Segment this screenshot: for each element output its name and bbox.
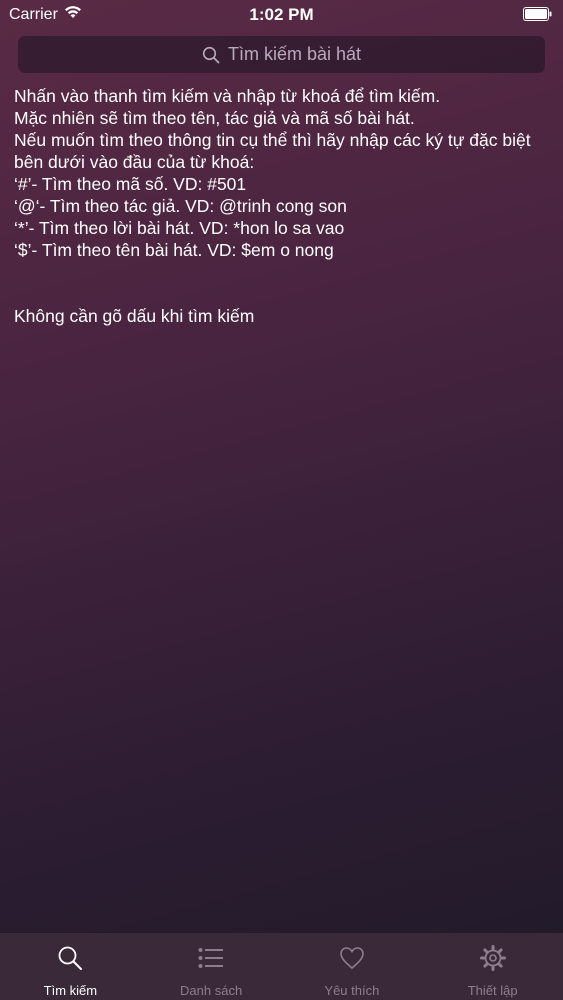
instruction-line: Nhấn vào thanh tìm kiếm và nhập từ khoá … <box>14 86 441 106</box>
instruction-line: ‘@‘- Tìm theo tác giả. VD: @trinh cong s… <box>14 196 347 216</box>
tab-search[interactable]: Tìm kiếm <box>0 933 141 1000</box>
instruction-line: Mặc nhiên sẽ tìm theo tên, tác giả và mã… <box>14 108 415 128</box>
status-bar: Carrier 1:02 PM <box>0 0 563 30</box>
tab-bar: Tìm kiếm Danh sách Yêu thích Thiết lập <box>0 932 563 1000</box>
search-bar[interactable]: Tìm kiếm bài hát <box>18 36 545 73</box>
instructions: Nhấn vào thanh tìm kiếm và nhập từ khoá … <box>14 85 554 327</box>
tab-favorites[interactable]: Yêu thích <box>282 933 423 1000</box>
battery-icon <box>523 7 553 21</box>
tab-label: Thiết lập <box>467 983 518 998</box>
tab-label: Tìm kiếm <box>43 983 98 998</box>
tab-list[interactable]: Danh sách <box>141 933 282 1000</box>
search-placeholder: Tìm kiếm bài hát <box>227 44 362 64</box>
instruction-line: ‘#’- Tìm theo mã số. VD: #501 <box>14 174 247 194</box>
instruction-line: Nếu muốn tìm theo thông tin cụ thể thì h… <box>14 130 531 172</box>
list-icon <box>198 945 224 971</box>
instruction-note: Không cần gõ dấu khi tìm kiếm <box>14 306 255 326</box>
gear-icon <box>479 945 506 971</box>
tab-label: Danh sách <box>180 983 243 998</box>
instruction-line: ‘*’- Tìm theo lời bài hát. VD: *hon lo s… <box>14 218 345 238</box>
tab-label: Yêu thích <box>324 983 380 998</box>
instruction-line: ‘$’- Tìm theo tên bài hát. VD: $em o non… <box>14 240 334 260</box>
heart-icon <box>339 945 365 971</box>
tab-settings[interactable]: Thiết lập <box>422 933 563 1000</box>
search-icon <box>57 945 83 971</box>
status-time: 1:02 PM <box>249 5 314 24</box>
search-icon <box>202 46 220 64</box>
